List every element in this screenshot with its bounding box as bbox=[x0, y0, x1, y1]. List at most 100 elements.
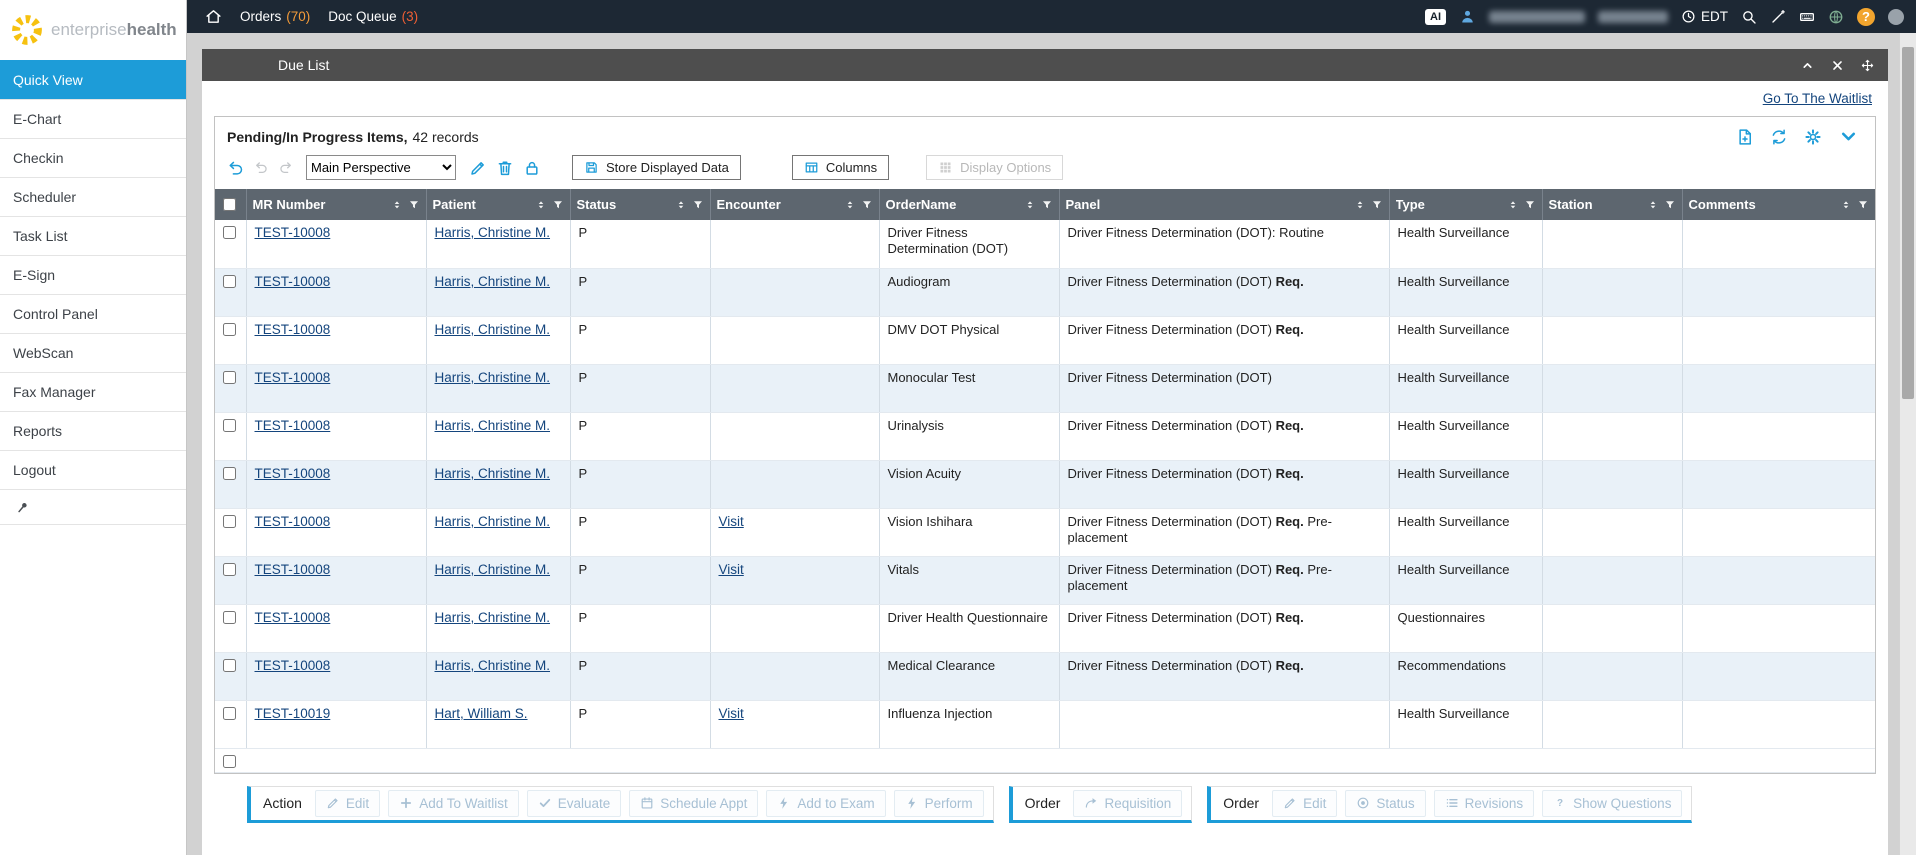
filter-icon[interactable] bbox=[1041, 199, 1053, 211]
select-all-checkbox[interactable] bbox=[223, 198, 236, 211]
encounter-link[interactable]: Visit bbox=[719, 514, 744, 529]
row-checkbox[interactable] bbox=[223, 659, 236, 672]
store-displayed-data-button[interactable]: Store Displayed Data bbox=[572, 155, 741, 180]
filter-icon[interactable] bbox=[408, 199, 420, 211]
patient-link[interactable]: Hart, William S. bbox=[435, 706, 528, 721]
pin-icon[interactable] bbox=[15, 500, 30, 515]
mr-number-link[interactable]: TEST-10008 bbox=[255, 225, 331, 240]
sidebar-item-fax-manager[interactable]: Fax Manager bbox=[0, 372, 186, 411]
row-checkbox[interactable] bbox=[223, 323, 236, 336]
column-header-patient[interactable]: Patient bbox=[426, 189, 570, 220]
patient-link[interactable]: Harris, Christine M. bbox=[435, 466, 551, 481]
row-checkbox[interactable] bbox=[223, 275, 236, 288]
mr-number-link[interactable]: TEST-10008 bbox=[255, 370, 331, 385]
sidebar-item-scheduler[interactable]: Scheduler bbox=[0, 177, 186, 216]
patient-link[interactable]: Harris, Christine M. bbox=[435, 658, 551, 673]
filter-icon[interactable] bbox=[861, 199, 873, 211]
sidebar-item-checkin[interactable]: Checkin bbox=[0, 138, 186, 177]
encounter-link[interactable]: Visit bbox=[719, 562, 744, 577]
sidebar-item-task-list[interactable]: Task List bbox=[0, 216, 186, 255]
row-checkbox[interactable] bbox=[223, 563, 236, 576]
sidebar-pin-row[interactable] bbox=[0, 489, 186, 525]
footer-button-perform[interactable]: Perform bbox=[894, 790, 984, 817]
mr-number-link[interactable]: TEST-10008 bbox=[255, 562, 331, 577]
orders-link[interactable]: Orders (70) bbox=[240, 9, 310, 24]
close-icon[interactable] bbox=[1831, 59, 1844, 72]
footer-button-edit[interactable]: Edit bbox=[1272, 790, 1337, 817]
sidebar-item-e-sign[interactable]: E-Sign bbox=[0, 255, 186, 294]
patient-link[interactable]: Harris, Christine M. bbox=[435, 418, 551, 433]
row-checkbox[interactable] bbox=[223, 707, 236, 720]
column-header-station[interactable]: Station bbox=[1542, 189, 1682, 220]
history-back-icon[interactable] bbox=[254, 160, 269, 175]
history-forward-icon[interactable] bbox=[278, 160, 293, 175]
globe-icon[interactable] bbox=[1828, 9, 1844, 25]
vertical-scrollbar[interactable] bbox=[1899, 33, 1916, 855]
mr-number-link[interactable]: TEST-10008 bbox=[255, 610, 331, 625]
patient-link[interactable]: Harris, Christine M. bbox=[435, 610, 551, 625]
keyboard-icon[interactable] bbox=[1799, 9, 1815, 25]
sidebar-item-control-panel[interactable]: Control Panel bbox=[0, 294, 186, 333]
mr-number-link[interactable]: TEST-10008 bbox=[255, 658, 331, 673]
user-icon[interactable] bbox=[1459, 8, 1476, 25]
row-checkbox[interactable] bbox=[223, 419, 236, 432]
mr-number-link[interactable]: TEST-10008 bbox=[255, 418, 331, 433]
ai-badge[interactable]: AI bbox=[1425, 9, 1446, 25]
patient-link[interactable]: Harris, Christine M. bbox=[435, 370, 551, 385]
filter-icon[interactable] bbox=[1524, 199, 1536, 211]
row-checkbox[interactable] bbox=[223, 611, 236, 624]
column-header-status[interactable]: Status bbox=[570, 189, 710, 220]
sidebar-item-logout[interactable]: Logout bbox=[0, 450, 186, 489]
column-header-encounter[interactable]: Encounter bbox=[710, 189, 879, 220]
row-checkbox[interactable] bbox=[223, 515, 236, 528]
column-header-comments[interactable]: Comments bbox=[1682, 189, 1875, 220]
sort-icon[interactable] bbox=[844, 199, 856, 211]
scrollbar-thumb[interactable] bbox=[1902, 47, 1914, 399]
lock-perspective-icon[interactable] bbox=[523, 159, 541, 177]
sort-icon[interactable] bbox=[391, 199, 403, 211]
status-dot-icon[interactable] bbox=[1888, 9, 1904, 25]
patient-link[interactable]: Harris, Christine M. bbox=[435, 274, 551, 289]
display-options-button[interactable]: Display Options bbox=[926, 155, 1063, 180]
entry-row-checkbox[interactable] bbox=[223, 755, 236, 768]
mr-number-link[interactable]: TEST-10008 bbox=[255, 322, 331, 337]
sidebar-item-e-chart[interactable]: E-Chart bbox=[0, 99, 186, 138]
filter-icon[interactable] bbox=[552, 199, 564, 211]
sort-icon[interactable] bbox=[1507, 199, 1519, 211]
mr-number-link[interactable]: TEST-10019 bbox=[255, 706, 331, 721]
columns-button[interactable]: Columns bbox=[792, 155, 889, 180]
patient-link[interactable]: Harris, Christine M. bbox=[435, 225, 551, 240]
help-icon[interactable]: ? bbox=[1857, 8, 1875, 26]
go-to-waitlist-link[interactable]: Go To The Waitlist bbox=[1763, 91, 1872, 106]
filter-icon[interactable] bbox=[1371, 199, 1383, 211]
footer-button-requisition[interactable]: Requisition bbox=[1073, 790, 1182, 817]
tools-icon[interactable] bbox=[1770, 9, 1786, 25]
sort-icon[interactable] bbox=[1024, 199, 1036, 211]
collapse-icon[interactable] bbox=[1801, 59, 1814, 72]
new-document-icon[interactable] bbox=[1736, 128, 1754, 146]
filter-icon[interactable] bbox=[692, 199, 704, 211]
footer-button-add-to-waitlist[interactable]: Add To Waitlist bbox=[388, 790, 519, 817]
filter-icon[interactable] bbox=[1664, 199, 1676, 211]
footer-button-edit[interactable]: Edit bbox=[315, 790, 380, 817]
footer-button-revisions[interactable]: Revisions bbox=[1434, 790, 1535, 817]
footer-button-add-to-exam[interactable]: Add to Exam bbox=[766, 790, 885, 817]
sort-icon[interactable] bbox=[535, 199, 547, 211]
column-header-panel[interactable]: Panel bbox=[1059, 189, 1389, 220]
undo-icon[interactable] bbox=[227, 159, 245, 177]
sort-icon[interactable] bbox=[1840, 199, 1852, 211]
move-icon[interactable] bbox=[1861, 59, 1874, 72]
column-header-ordername[interactable]: OrderName bbox=[879, 189, 1059, 220]
sidebar-item-quick-view[interactable]: Quick View bbox=[0, 60, 186, 99]
mr-number-link[interactable]: TEST-10008 bbox=[255, 274, 331, 289]
sort-icon[interactable] bbox=[675, 199, 687, 211]
row-checkbox[interactable] bbox=[223, 226, 236, 239]
row-checkbox[interactable] bbox=[223, 371, 236, 384]
perspective-select[interactable]: Main Perspective bbox=[306, 155, 456, 180]
sort-icon[interactable] bbox=[1647, 199, 1659, 211]
sort-icon[interactable] bbox=[1354, 199, 1366, 211]
column-header-mr-number[interactable]: MR Number bbox=[246, 189, 426, 220]
edit-perspective-icon[interactable] bbox=[469, 159, 487, 177]
sidebar-item-webscan[interactable]: WebScan bbox=[0, 333, 186, 372]
footer-button-evaluate[interactable]: Evaluate bbox=[527, 790, 622, 817]
